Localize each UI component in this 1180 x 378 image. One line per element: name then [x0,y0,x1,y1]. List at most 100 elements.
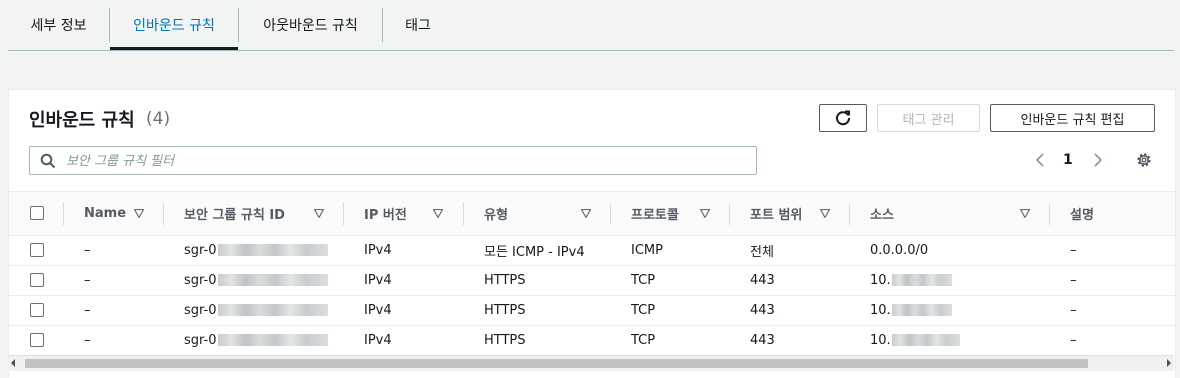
cell-source: 10. [870,265,952,295]
column-header-description[interactable]: 설명 [1070,192,1094,235]
cell-port-range: 전체 [750,244,774,260]
cell-name: – [84,242,91,258]
cell-protocol: TCP [631,332,656,348]
source-prefix: 10. [870,302,891,318]
tab-bar: 세부 정보 인바운드 규칙 아웃바운드 규칙 태그 [8,0,1174,51]
redacted-rule-id [217,274,328,286]
redacted-source [891,274,952,286]
tab-label: 인바운드 규칙 [133,17,215,34]
row-checkbox[interactable] [30,273,44,287]
column-divider [63,203,64,225]
rule-id-prefix: sgr-0 [184,272,217,288]
column-divider [343,203,344,225]
column-header-port-range[interactable]: 포트 범위 [750,192,802,235]
cell-rule-id: sgr-0 [184,325,328,355]
chevron-left-icon[interactable] [1031,150,1049,170]
cell-description: – [1070,302,1077,318]
column-divider [463,203,464,225]
sort-icon[interactable] [700,209,710,218]
cell-port-range: 443 [750,332,775,348]
column-header-ip-version[interactable]: IP 버전 [364,192,407,235]
redacted-source [891,304,952,316]
cell-description: – [1070,272,1077,288]
scroll-right-arrow-icon[interactable] [1167,359,1171,367]
column-header-source[interactable]: 소스 [870,192,894,235]
cell-source: 10. [870,295,952,325]
rule-count: (4) [146,109,171,129]
cell-protocol: TCP [631,302,656,318]
cell-name: – [84,332,91,348]
rule-id-prefix: sgr-0 [184,302,217,318]
sort-icon[interactable] [1020,209,1030,218]
refresh-button[interactable] [819,104,867,132]
tab-outbound-rules[interactable]: 아웃바운드 규칙 [239,0,382,49]
column-header-protocol[interactable]: 프로토콜 [631,192,679,235]
cell-port-range: 443 [750,272,775,288]
column-header-rule-id[interactable]: 보안 그룹 규칙 ID [184,192,285,235]
cell-description: – [1070,332,1077,348]
cell-port-range: 443 [750,302,775,318]
table-row[interactable]: – sgr-0 IPv4 HTTPS TCP 443 10. – [9,295,1175,326]
rule-id-prefix: sgr-0 [184,332,217,348]
cell-type: HTTPS [484,302,526,318]
cell-source: 10. [870,325,960,355]
cell-rule-id: sgr-0 [184,295,328,325]
gear-icon[interactable] [1134,150,1154,170]
refresh-icon [836,110,851,126]
redacted-source [891,334,960,346]
edit-inbound-rules-button[interactable]: 인바운드 규칙 편집 [990,104,1155,132]
cell-ip-version: IPv4 [364,332,392,348]
redacted-rule-id [217,334,328,346]
redacted-rule-id [217,244,328,256]
column-divider [163,203,164,225]
search-input[interactable] [64,151,748,172]
cell-ip-version: IPv4 [364,242,392,258]
column-divider [729,203,730,225]
cell-description: – [1070,242,1077,258]
cell-ip-version: IPv4 [364,302,392,318]
sort-icon[interactable] [433,209,443,218]
column-divider [1049,203,1050,225]
page-number[interactable]: 1 [1063,152,1073,168]
chevron-right-icon[interactable] [1089,150,1107,170]
row-checkbox[interactable] [30,333,44,347]
sort-icon[interactable] [314,209,324,218]
tab-inbound-rules[interactable]: 인바운드 규칙 [110,0,238,50]
source-prefix: 10. [870,332,891,348]
sort-icon[interactable] [581,209,591,218]
scroll-left-arrow-icon[interactable] [11,359,15,367]
table-row[interactable]: – sgr-0 IPv4 HTTPS TCP 443 10. – [9,325,1175,356]
column-header-name[interactable]: Name [84,192,126,235]
cell-protocol: ICMP [631,242,663,258]
select-all-checkbox[interactable] [30,206,44,220]
tab-label: 태그 [405,17,431,34]
cell-type: HTTPS [484,272,526,288]
tab-tags[interactable]: 태그 [383,0,453,49]
inbound-rules-panel: 인바운드 규칙 (4) 태그 관리 인바운드 규칙 편집 1 Name 보안 그… [8,89,1176,378]
sort-icon[interactable] [134,209,144,218]
search-box [29,146,757,175]
table-row[interactable]: – sgr-0 IPv4 HTTPS TCP 443 10. – [9,265,1175,296]
table-header: Name 보안 그룹 규칙 ID IP 버전 유형 프로토콜 포트 범위 소스 … [9,191,1175,236]
row-checkbox[interactable] [30,243,44,257]
tab-label: 아웃바운드 규칙 [263,17,358,34]
column-header-type[interactable]: 유형 [484,192,508,235]
cell-type: HTTPS [484,332,526,348]
rule-id-prefix: sgr-0 [184,242,217,258]
scrollbar-thumb[interactable] [25,359,1088,368]
cell-name: – [84,302,91,318]
cell-type: 모든 ICMP - IPv4 [484,244,585,260]
horizontal-scrollbar[interactable] [8,355,1174,371]
row-checkbox[interactable] [30,303,44,317]
tab-details[interactable]: 세부 정보 [8,0,109,49]
cell-protocol: TCP [631,272,656,288]
tab-label: 세부 정보 [30,17,87,34]
column-divider [610,203,611,225]
manage-tags-button[interactable]: 태그 관리 [877,104,980,132]
column-divider [849,203,850,225]
table-row[interactable]: – sgr-0 IPv4 모든 ICMP - IPv4 ICMP 전체 0.0.… [9,235,1175,266]
sort-icon[interactable] [820,209,830,218]
cell-source: 0.0.0.0/0 [870,242,929,258]
cell-rule-id: sgr-0 [184,235,328,265]
source-prefix: 10. [870,272,891,288]
